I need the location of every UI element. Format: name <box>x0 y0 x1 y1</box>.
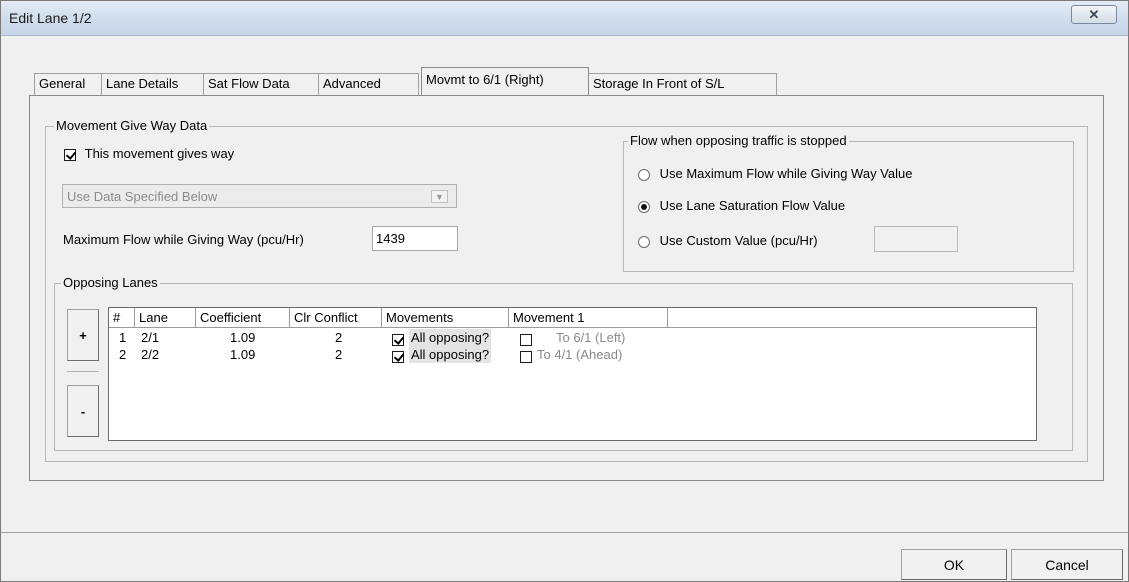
cancel-button[interactable]: Cancel <box>1011 549 1123 580</box>
radio-max-flow[interactable] <box>638 168 650 181</box>
close-button[interactable]: ✕ <box>1071 5 1117 24</box>
close-icon: ✕ <box>1088 6 1100 22</box>
add-row-button[interactable]: + <box>67 309 99 361</box>
movement1-label: To 6/1 (Left) <box>556 330 626 345</box>
radio-lane-sat-flow[interactable] <box>638 200 650 213</box>
movement1-checkbox[interactable] <box>520 348 532 363</box>
all-opposing-checkbox[interactable] <box>392 331 404 346</box>
window-title: Edit Lane 1/2 <box>9 10 92 26</box>
data-source-select[interactable]: Use Data Specified Below ▼ <box>62 184 457 208</box>
tab-advanced[interactable]: Advanced <box>318 73 419 95</box>
ok-button[interactable]: OK <box>901 549 1007 580</box>
col-header-clr-conflict[interactable]: Clr Conflict <box>290 308 382 328</box>
flow-stopped-legend: Flow when opposing traffic is stopped <box>628 133 849 148</box>
all-opposing-checkbox[interactable] <box>392 348 404 363</box>
opposing-lanes-legend: Opposing Lanes <box>61 275 160 290</box>
all-opposing-label: All opposing? <box>409 346 492 363</box>
movement1-label: To 4/1 (Ahead) <box>537 347 623 362</box>
tab-movmt-to-6-1-right[interactable]: Movmt to 6/1 (Right) <box>421 67 589 95</box>
data-source-value: Use Data Specified Below <box>67 189 218 204</box>
row-num: 2 <box>119 347 127 362</box>
row-clr-conflict: 2 <box>335 347 343 362</box>
opposing-lanes-grid[interactable]: # Lane Coefficient Clr Conflict Movement… <box>108 307 1037 441</box>
row-num: 1 <box>119 330 127 345</box>
chevron-down-icon[interactable]: ▼ <box>431 190 448 203</box>
tab-storage-in-front[interactable]: Storage In Front of S/L <box>588 73 777 95</box>
tab-sat-flow-data[interactable]: Sat Flow Data <box>203 73 319 95</box>
all-opposing-label: All opposing? <box>409 329 492 346</box>
max-flow-input[interactable]: 1439 <box>372 226 458 251</box>
remove-row-button[interactable]: - <box>67 385 99 437</box>
row-clr-conflict: 2 <box>335 330 343 345</box>
row-coefficient: 1.09 <box>230 330 256 345</box>
give-way-legend: Movement Give Way Data <box>54 118 210 133</box>
radio-custom-value[interactable] <box>638 235 650 248</box>
col-header-coefficient[interactable]: Coefficient <box>196 308 290 328</box>
gives-way-label: This movement gives way <box>84 146 235 161</box>
radio-option-max-flow[interactable]: Use Maximum Flow while Giving Way Value <box>638 166 912 181</box>
col-header-num[interactable]: # <box>109 308 135 328</box>
footer-divider <box>1 532 1128 533</box>
table-row[interactable]: 2 2/2 1.09 2 All opposing? To 4/1 (Ahead… <box>109 346 1036 363</box>
radio-option-lane-sat-flow[interactable]: Use Lane Saturation Flow Value <box>638 198 845 213</box>
gives-way-checkbox-row[interactable]: This movement gives way <box>64 146 234 161</box>
row-lane: 2/1 <box>141 330 160 345</box>
tab-lane-details[interactable]: Lane Details <box>101 73 204 95</box>
col-header-lane[interactable]: Lane <box>135 308 196 328</box>
col-header-movement-1[interactable]: Movement 1 <box>509 308 668 328</box>
custom-value-input[interactable] <box>874 226 958 252</box>
movement1-checkbox[interactable] <box>520 331 532 346</box>
col-header-movements[interactable]: Movements <box>382 308 509 328</box>
add-remove-divider <box>67 371 99 372</box>
title-bar[interactable]: Edit Lane 1/2 ✕ <box>1 1 1128 36</box>
radio-option-custom-value[interactable]: Use Custom Value (pcu/Hr) <box>638 233 818 248</box>
edit-lane-dialog: Edit Lane 1/2 ✕ General Lane Details Sat… <box>0 0 1129 582</box>
row-lane: 2/2 <box>141 347 160 362</box>
tab-general[interactable]: General <box>34 73 102 95</box>
row-coefficient: 1.09 <box>230 347 256 362</box>
max-flow-label: Maximum Flow while Giving Way (pcu/Hr) <box>63 232 304 247</box>
gives-way-checkbox[interactable] <box>64 148 76 161</box>
col-header-filler <box>668 308 1036 328</box>
table-row[interactable]: 1 2/1 1.09 2 All opposing? To 6/1 (Left) <box>109 329 1036 346</box>
